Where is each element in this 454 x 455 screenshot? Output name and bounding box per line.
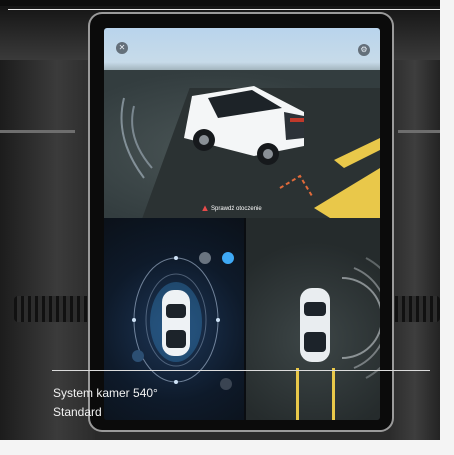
air-vent-right [388, 296, 440, 322]
rear-camera-overlay [296, 257, 380, 420]
camera-3d-overlay [120, 86, 380, 218]
parking-line [314, 168, 380, 218]
parking-guide-right [332, 368, 335, 420]
settings-icon[interactable]: ⚙ [358, 44, 370, 56]
close-icon[interactable]: ✕ [116, 42, 128, 54]
caption-subtitle: Standard [53, 405, 102, 419]
sensor-arc [353, 267, 380, 369]
dashboard-right [390, 60, 440, 440]
warning-text: Sprawdź otoczenie [211, 206, 262, 212]
trajectory-line [279, 174, 313, 197]
trim-strip-right [398, 130, 440, 133]
camera-mode-icon[interactable] [222, 252, 234, 264]
caption-title: System kamer 540° [53, 386, 158, 400]
warning-icon [202, 205, 208, 212]
dashboard-left [0, 60, 95, 440]
car-top-icon [300, 288, 330, 362]
trim-strip-left [0, 130, 75, 133]
camera-system-photo: ✕ ⚙ Sprawdź otoczenie System kamer 540° … [0, 0, 440, 440]
camera-screen: ✕ ⚙ Sprawdź otoczenie [104, 28, 380, 420]
parking-line [334, 138, 380, 168]
view-toggle-icon[interactable] [199, 252, 211, 264]
car-top-icon [150, 282, 202, 362]
parking-guide-left [296, 368, 299, 420]
warning-banner: Sprawdź otoczenie [202, 204, 262, 214]
suv-3d-model [184, 86, 304, 165]
sensor-arc [131, 105, 153, 169]
sensor-arc [341, 277, 380, 359]
air-vent-left [14, 296, 94, 322]
rotate-icon[interactable] [132, 350, 144, 362]
lock-icon[interactable] [220, 378, 232, 390]
caption-divider [52, 370, 430, 371]
dashboard-edge [0, 0, 440, 6]
top-rule [8, 9, 440, 10]
